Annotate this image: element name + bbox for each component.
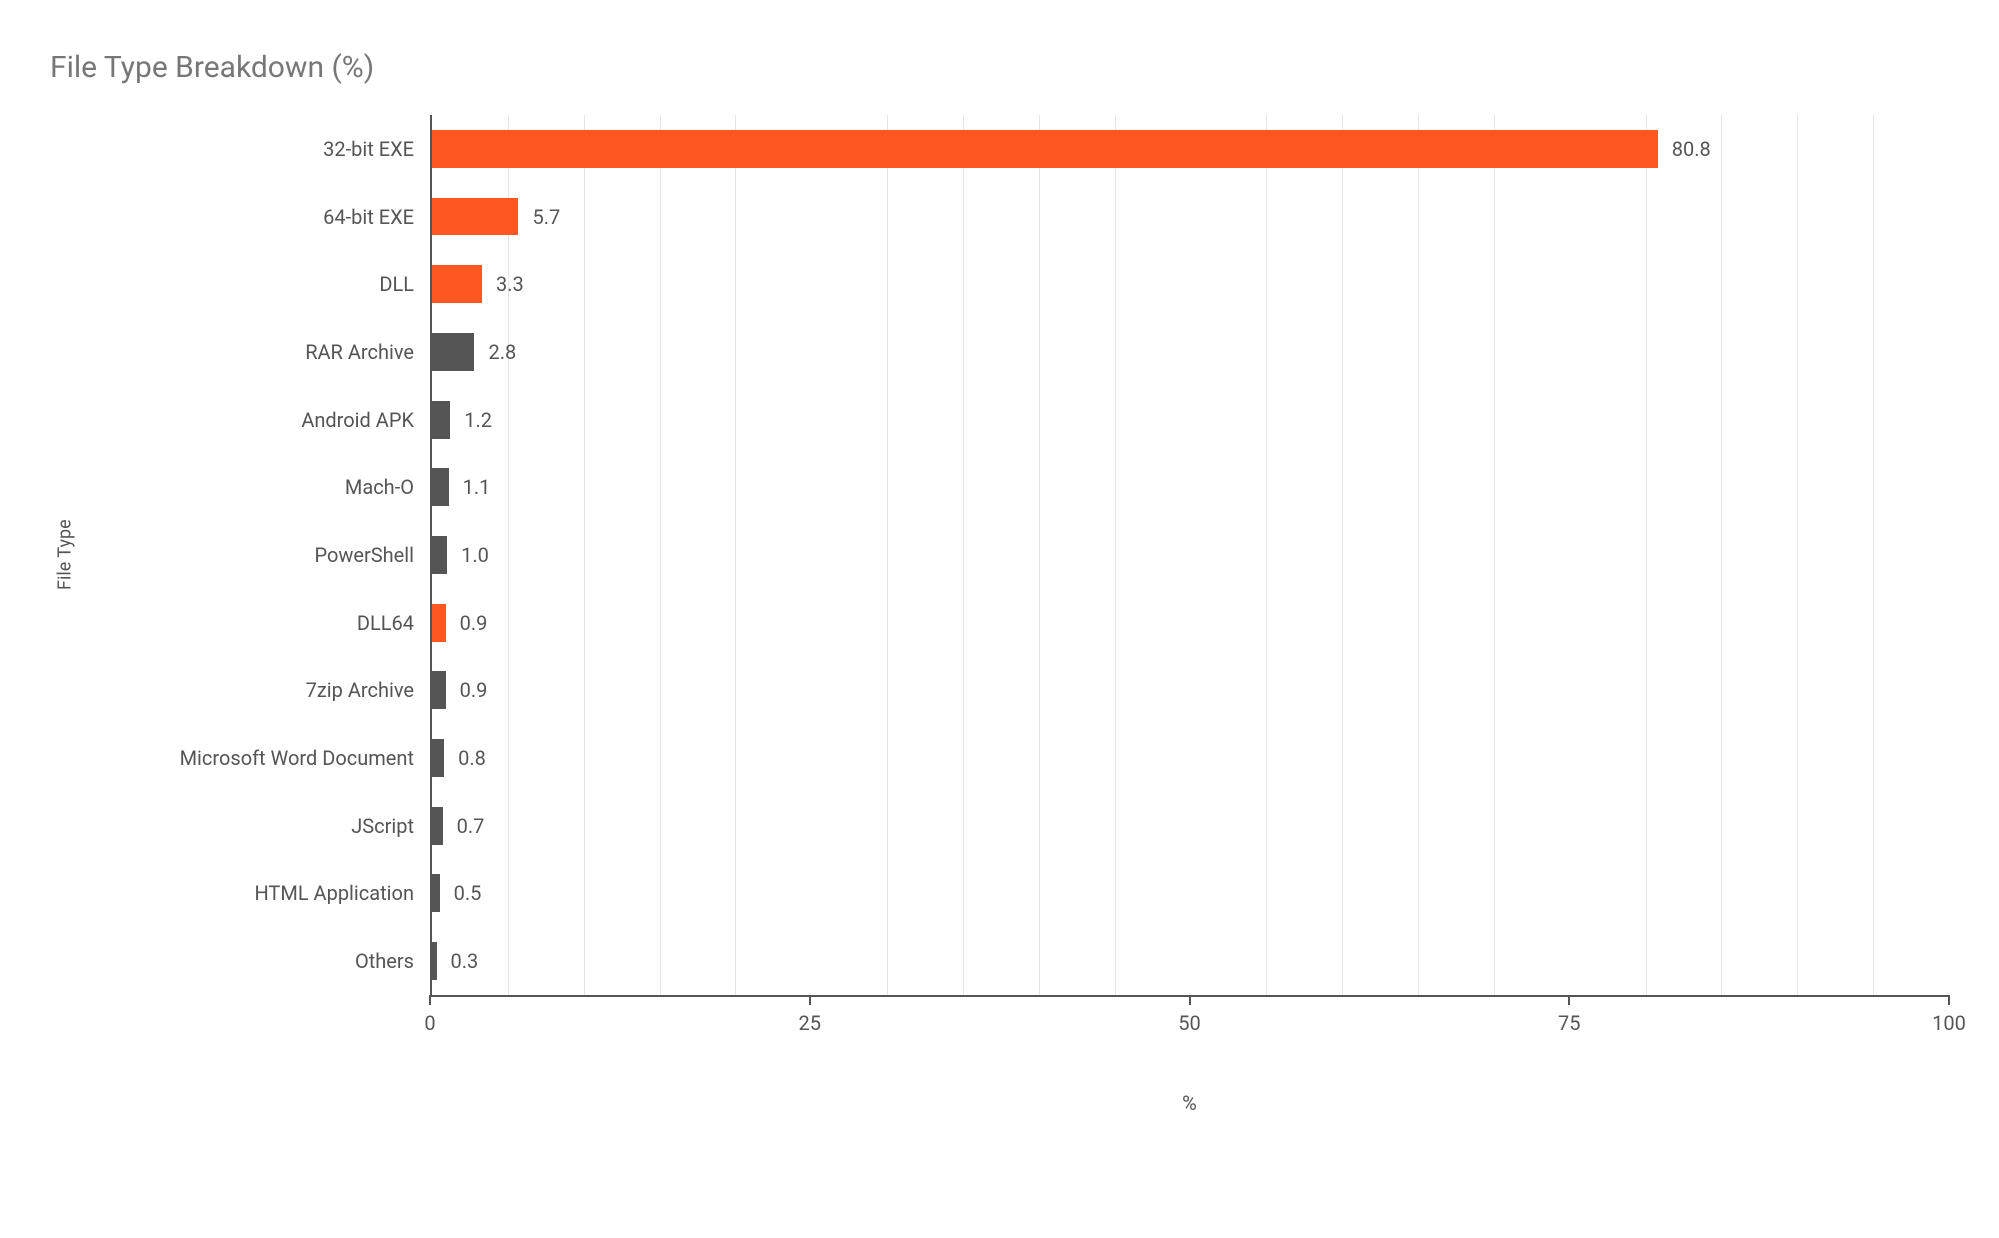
- bar-row: 80.8: [432, 115, 1949, 183]
- x-tick-mark: [1568, 995, 1570, 1005]
- x-tick-label: 0: [424, 1011, 435, 1035]
- y-tick-label: 32-bit EXE: [80, 115, 430, 183]
- y-tick-label: 64-bit EXE: [80, 183, 430, 251]
- y-tick-label: Microsoft Word Document: [80, 724, 430, 792]
- bar-row: 0.5: [432, 860, 1949, 928]
- y-tick-label: DLL: [80, 250, 430, 318]
- x-tick-label: 25: [799, 1011, 821, 1035]
- bar: [432, 468, 449, 506]
- bar: [432, 604, 446, 642]
- bar: [432, 333, 474, 371]
- x-tick-mark: [1948, 995, 1950, 1005]
- chart-body: File Type 32-bit EXE 64-bit EXE DLL RAR …: [50, 115, 1949, 995]
- y-tick-label: Mach-O: [80, 453, 430, 521]
- bar: [432, 401, 450, 439]
- x-tick-label: 100: [1932, 1011, 1966, 1035]
- bar-row: 0.9: [432, 657, 1949, 725]
- bar-row: 1.0: [432, 521, 1949, 589]
- bar-row: 0.7: [432, 792, 1949, 860]
- bar-value-label: 0.9: [460, 678, 488, 702]
- bar: [432, 671, 446, 709]
- y-tick-label: RAR Archive: [80, 318, 430, 386]
- x-tick-mark: [1189, 995, 1191, 1005]
- bar-row: 0.8: [432, 724, 1949, 792]
- bar: [432, 130, 1658, 168]
- x-axis: 0255075100 %: [430, 995, 1949, 1115]
- bar: [432, 739, 444, 777]
- chart-container: File Type Breakdown (%) File Type 32-bit…: [0, 0, 1999, 1238]
- y-tick-label: JScript: [80, 792, 430, 860]
- bar-value-label: 0.3: [451, 949, 479, 973]
- x-axis-title: %: [430, 1091, 1949, 1115]
- y-axis-labels: 32-bit EXE 64-bit EXE DLL RAR Archive An…: [80, 115, 430, 995]
- bar-value-label: 1.1: [463, 475, 491, 499]
- y-tick-label: DLL64: [80, 589, 430, 657]
- y-tick-label: Android APK: [80, 386, 430, 454]
- chart-title: File Type Breakdown (%): [50, 50, 1949, 85]
- y-tick-label: 7zip Archive: [80, 657, 430, 725]
- bar-value-label: 1.2: [464, 408, 492, 432]
- bar-value-label: 0.7: [457, 814, 485, 838]
- y-axis-title: File Type: [50, 115, 80, 995]
- bar-value-label: 80.8: [1672, 137, 1711, 161]
- bar-row: 0.9: [432, 589, 1949, 657]
- bar-row: 0.3: [432, 927, 1949, 995]
- bar-row: 5.7: [432, 183, 1949, 251]
- bar: [432, 536, 447, 574]
- bar-row: 3.3: [432, 250, 1949, 318]
- bar-value-label: 0.5: [454, 881, 482, 905]
- bar-value-label: 2.8: [488, 340, 516, 364]
- x-tick-mark: [429, 995, 431, 1005]
- bar-row: 2.8: [432, 318, 1949, 386]
- x-axis-ticks: 0255075100: [430, 997, 1949, 1041]
- y-tick-label: PowerShell: [80, 521, 430, 589]
- bar-value-label: 0.8: [458, 746, 486, 770]
- x-tick-label: 50: [1178, 1011, 1200, 1035]
- bar: [432, 198, 518, 236]
- bar-value-label: 0.9: [460, 611, 488, 635]
- bar-value-label: 5.7: [532, 205, 560, 229]
- bar-value-label: 1.0: [461, 543, 489, 567]
- x-tick-label: 75: [1558, 1011, 1580, 1035]
- y-tick-label: Others: [80, 927, 430, 995]
- bar: [432, 807, 443, 845]
- bar-value-label: 3.3: [496, 272, 524, 296]
- bar: [432, 265, 482, 303]
- y-tick-label: HTML Application: [80, 860, 430, 928]
- plot-area: 80.8 5.7 3.3 2.8 1.2 1.1 1.0 0.9 0.9 0.8…: [430, 115, 1949, 995]
- x-tick-mark: [809, 995, 811, 1005]
- bar-row: 1.2: [432, 386, 1949, 454]
- bar-row: 1.1: [432, 453, 1949, 521]
- bar: [432, 942, 437, 980]
- bar: [432, 874, 440, 912]
- bars: 80.8 5.7 3.3 2.8 1.2 1.1 1.0 0.9 0.9 0.8…: [432, 115, 1949, 995]
